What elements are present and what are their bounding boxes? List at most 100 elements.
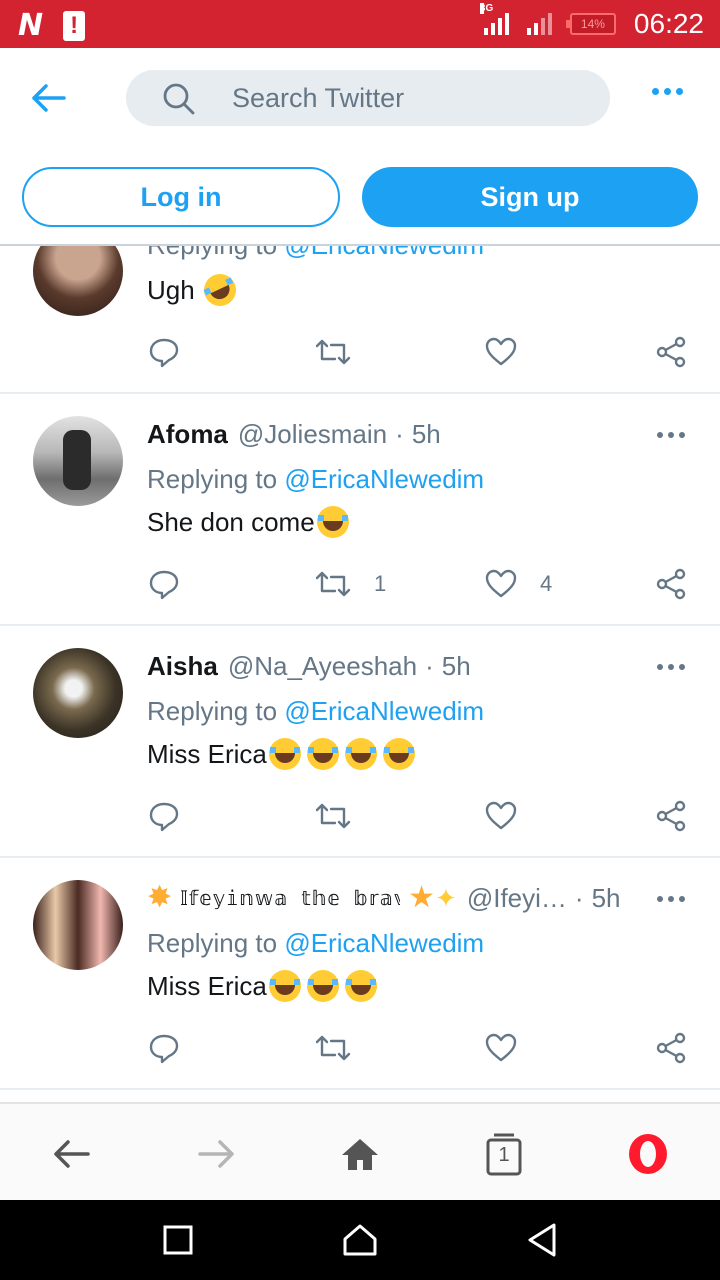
avatar[interactable] <box>33 416 123 506</box>
browser-forward-icon[interactable] <box>192 1130 240 1178</box>
android-home-icon[interactable] <box>340 1220 380 1260</box>
tabs-button[interactable]: 1 <box>480 1130 528 1178</box>
tweet-more-icon[interactable] <box>657 432 685 438</box>
share-button[interactable] <box>654 1028 688 1068</box>
replying-prefix: Replying to <box>147 696 278 726</box>
tweet-body: Ugh <box>147 274 195 305</box>
tweet-time[interactable]: 5h <box>592 883 621 914</box>
reply-icon <box>149 802 179 832</box>
retweet-button[interactable] <box>314 796 374 836</box>
back-arrow-icon[interactable] <box>28 78 72 118</box>
browser-toolbar: 1 <box>0 1102 720 1200</box>
tweet[interactable]: Aisha @Na_Ayeeshah · 5h Replying to @Eri… <box>0 626 720 858</box>
app-notification-icon: N <box>18 8 43 43</box>
retweet-icon <box>315 339 351 365</box>
author-name[interactable]: Afoma <box>147 419 228 450</box>
reply-button[interactable] <box>147 564 181 604</box>
share-button[interactable] <box>654 332 688 372</box>
share-button[interactable] <box>654 796 688 836</box>
avatar[interactable] <box>33 246 123 316</box>
search-bar[interactable]: Search Twitter <box>126 70 610 126</box>
author-name[interactable]: 𝕀𝕗𝕖𝕪𝕚𝕟𝕨𝕒 𝕥𝕙𝕖 𝕓𝕣𝕒𝕧𝕖 <box>180 886 400 910</box>
reply-button[interactable] <box>147 796 181 836</box>
mention-link[interactable]: @EricaNlewedim <box>284 696 484 726</box>
recents-icon[interactable] <box>158 1220 198 1260</box>
tears-of-joy-emoji-icon <box>306 738 339 770</box>
tweet-body: Miss Erica <box>147 738 267 769</box>
replying-prefix: Replying to <box>147 464 278 494</box>
separator-dot: · <box>425 650 434 681</box>
author-handle[interactable]: @Joliesmain <box>238 419 387 450</box>
share-button[interactable] <box>654 564 688 604</box>
tweet[interactable]: Replying to @EricaNlewedim Ugh <box>0 246 720 394</box>
replying-to: Replying to @EricaNlewedim <box>147 928 484 959</box>
battery-level: 14% <box>580 17 605 31</box>
replying-to: Replying to @EricaNlewedim <box>147 246 484 261</box>
status-right: 3G 14% 06:22 <box>479 0 704 48</box>
heart-icon <box>485 1033 517 1062</box>
like-button[interactable] <box>484 796 540 836</box>
share-icon <box>656 800 686 832</box>
separator-dot: · <box>574 882 584 913</box>
tweet-body: Miss Erica <box>147 970 267 1001</box>
retweet-button[interactable]: 1 <box>314 564 386 604</box>
star-emoji-icon: ★ <box>408 881 436 914</box>
retweet-button[interactable] <box>314 1028 374 1068</box>
author-handle[interactable]: @Ifeyi… <box>467 883 567 914</box>
android-back-icon[interactable] <box>522 1220 562 1260</box>
like-button[interactable] <box>484 332 540 372</box>
reply-icon <box>149 1034 179 1064</box>
author-name[interactable]: Aisha <box>147 651 218 682</box>
retweet-button[interactable] <box>314 332 374 372</box>
heart-icon <box>485 569 517 598</box>
retweet-icon <box>315 1035 351 1061</box>
tweet-actions <box>0 1028 720 1068</box>
signal-3g-icon: 3G <box>479 3 509 35</box>
avatar[interactable] <box>33 648 123 738</box>
tweet-more-icon[interactable] <box>657 664 685 670</box>
like-button[interactable]: 4 <box>484 564 552 604</box>
browser-back-icon[interactable] <box>48 1130 96 1178</box>
tweet[interactable]: ✸ 𝕀𝕗𝕖𝕪𝕚𝕟𝕨𝕒 𝕥𝕙𝕖 𝕓𝕣𝕒𝕧𝕖 ★ ✦ @Ifeyi… · 5h Re… <box>0 858 720 1090</box>
tweet-header: Aisha @Na_Ayeeshah · 5h <box>147 648 471 684</box>
separator-dot: · <box>395 418 404 449</box>
tweet-more-icon[interactable] <box>657 896 685 902</box>
reply-icon <box>149 338 179 368</box>
tears-of-joy-emoji-icon <box>344 738 377 770</box>
reply-button[interactable] <box>147 1028 181 1068</box>
tweet[interactable]: Afoma @Joliesmain · 5h Replying to @Eric… <box>0 394 720 626</box>
tears-of-joy-emoji-icon <box>306 970 339 1002</box>
more-icon[interactable] <box>652 88 683 95</box>
like-button[interactable] <box>484 1028 540 1068</box>
tweet-text: Miss Erica <box>147 738 415 770</box>
avatar[interactable] <box>33 880 123 970</box>
glowing-star-emoji-icon: ✸ <box>147 881 173 914</box>
retweet-icon <box>315 803 351 829</box>
search-icon <box>162 82 196 121</box>
tweet-feed[interactable]: Replying to @EricaNlewedim Ugh <box>0 246 720 1102</box>
reply-button[interactable] <box>147 332 181 372</box>
browser-home-icon[interactable] <box>336 1130 384 1178</box>
tears-of-joy-emoji-icon <box>316 506 349 538</box>
share-icon <box>656 568 686 600</box>
author-handle[interactable]: @Na_Ayeeshah <box>228 651 417 682</box>
replying-to: Replying to @EricaNlewedim <box>147 464 484 495</box>
tweet-time[interactable]: 5h <box>412 419 441 450</box>
mention-link[interactable]: @EricaNlewedim <box>284 928 484 958</box>
like-count: 4 <box>540 571 553 596</box>
retweet-icon <box>315 571 351 597</box>
auth-bar: Log in Sign up <box>0 146 720 246</box>
tweet-time[interactable]: 5h <box>442 651 471 682</box>
signup-button[interactable]: Sign up <box>362 167 698 227</box>
network-type-label: 3G <box>479 3 494 14</box>
status-left: N ! <box>18 8 86 43</box>
battery-icon: 14% <box>565 13 616 35</box>
android-nav-bar <box>0 1200 720 1280</box>
mention-link[interactable]: @EricaNlewedim <box>284 464 484 494</box>
share-icon <box>656 336 686 368</box>
sparkles-emoji-icon: ✦ <box>435 883 457 913</box>
tweet-body: She don come <box>147 506 315 537</box>
opera-menu-icon[interactable] <box>624 1130 672 1178</box>
login-button[interactable]: Log in <box>22 167 340 227</box>
mention-link[interactable]: @EricaNlewedim <box>284 246 484 260</box>
